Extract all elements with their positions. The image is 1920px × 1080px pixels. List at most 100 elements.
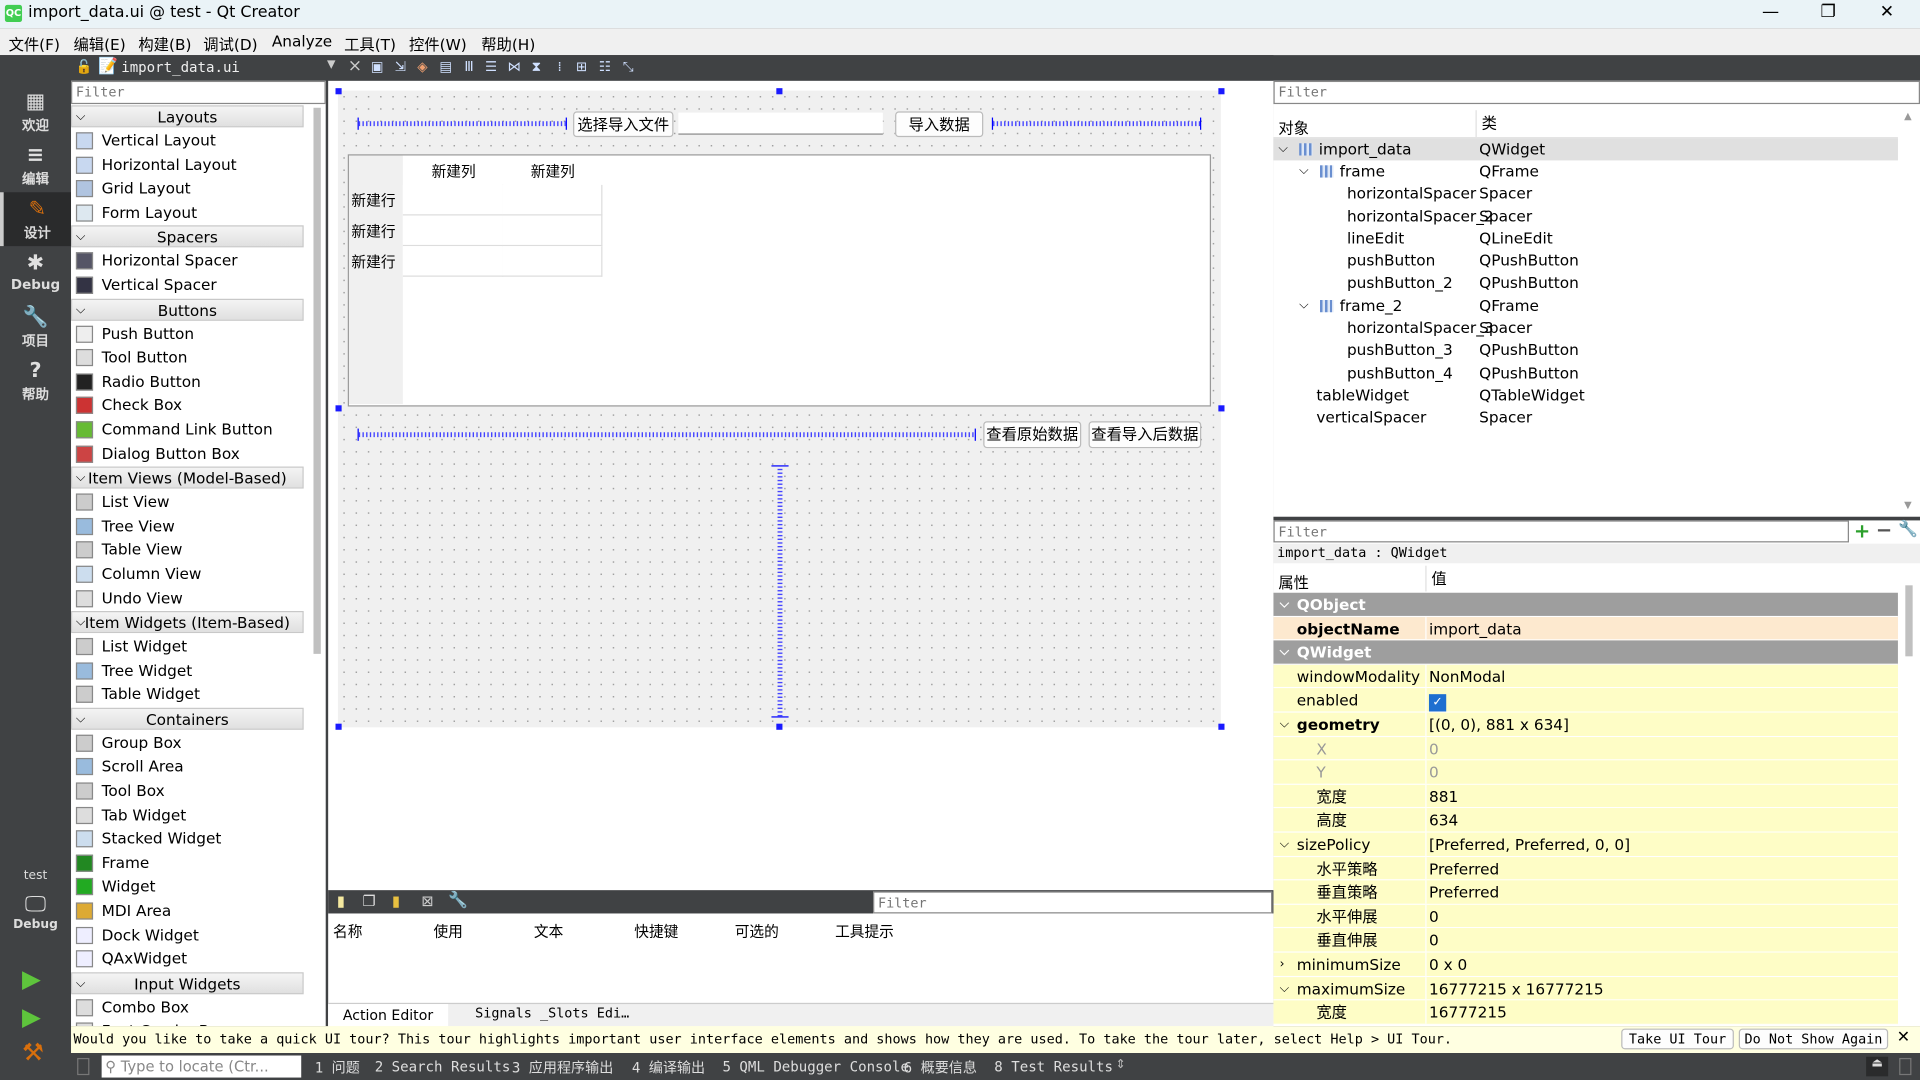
widget-item-frame[interactable]: Frame: [71, 851, 316, 875]
toggle-output-pane-button[interactable]: ⏏: [1866, 1056, 1889, 1077]
layout-horizontal-icon[interactable]: Ⅲ: [460, 59, 477, 76]
object-tree-row[interactable]: pushButton QPushButton: [1273, 250, 1897, 272]
column-header-class[interactable]: 类: [1475, 110, 1497, 138]
property-value[interactable]: 0: [1425, 904, 1898, 928]
output-pane-button[interactable]: 8 Test Results: [994, 1058, 1113, 1075]
property-row[interactable]: ⌵ geometry [(0, 0), 881 x 634]: [1273, 712, 1898, 737]
layout-vertical-splitter-icon[interactable]: ⧗: [528, 59, 545, 76]
table-cell[interactable]: [502, 246, 603, 277]
chevron-down-icon[interactable]: ⌵: [1299, 295, 1308, 317]
property-row[interactable]: windowModality NonModal: [1273, 664, 1898, 689]
menu-item[interactable]: 帮助(H): [481, 32, 535, 55]
widget-category-item-views-model-based[interactable]: ⌵ Item Views (Model-Based): [71, 466, 304, 489]
object-tree-row[interactable]: horizontalSpacer Spacer: [1273, 183, 1897, 205]
action-column-header[interactable]: 使用: [433, 921, 462, 942]
widget-item-dock-widget[interactable]: Dock Widget: [71, 923, 316, 947]
menu-item[interactable]: Analyze: [272, 32, 332, 50]
view-imported-data-button[interactable]: 查看导入后数据: [1088, 421, 1202, 449]
do-not-show-again-button[interactable]: Do Not Show Again: [1738, 1028, 1889, 1050]
widget-item-table-view[interactable]: Table View: [71, 538, 316, 562]
property-value[interactable]: 634: [1425, 808, 1898, 832]
form-import-data[interactable]: 选择导入文件 导入数据 新建列 新建列 新建行 新建行 新建行 查看原始数据 查看导入后…: [337, 90, 1221, 728]
widget-item-push-button[interactable]: Push Button: [71, 322, 316, 346]
property-value[interactable]: 0 x 0: [1425, 952, 1898, 976]
widget-item-table-widget[interactable]: Table Widget: [71, 682, 316, 706]
object-tree-row[interactable]: lineEdit QLineEdit: [1273, 228, 1897, 250]
property-value[interactable]: Preferred: [1425, 880, 1898, 904]
property-row[interactable]: X0: [1273, 736, 1898, 761]
property-row[interactable]: 宽度 881: [1273, 784, 1898, 809]
pane-switch-arrows-icon[interactable]: ⇕: [1116, 1058, 1126, 1071]
object-tree-row[interactable]: pushButton_3 QPushButton: [1273, 340, 1897, 362]
output-pane-button[interactable]: 4 编译输出: [632, 1058, 705, 1078]
widget-category-item-widgets-item-based[interactable]: ⌵ Item Widgets (Item-Based): [71, 611, 304, 634]
action-column-header[interactable]: 工具提示: [835, 921, 894, 942]
widget-item-stacked-widget[interactable]: Stacked Widget: [71, 827, 316, 851]
maximize-button[interactable]: ❐: [1804, 2, 1853, 22]
property-value[interactable]: Preferred: [1425, 856, 1898, 880]
table-row-header[interactable]: 新建行: [351, 190, 400, 211]
property-row[interactable]: 水平策略 Preferred: [1273, 856, 1898, 881]
output-pane-button[interactable]: 5 QML Debugger Console: [722, 1058, 909, 1075]
property-row[interactable]: › minimumSize 0 x 0: [1273, 952, 1898, 977]
edit-widgets-icon[interactable]: ▣: [369, 59, 386, 76]
table-cell[interactable]: [502, 215, 603, 247]
table-widget[interactable]: 新建列 新建列 新建行 新建行 新建行: [347, 154, 1212, 407]
property-row[interactable]: 宽度 16777215: [1273, 1000, 1898, 1025]
layout-grid-icon[interactable]: ⊞: [573, 59, 590, 76]
edit-tab-order-icon[interactable]: ▤: [437, 59, 454, 76]
action-column-header[interactable]: 快捷键: [634, 921, 678, 942]
resize-handle[interactable]: [776, 723, 783, 730]
property-value[interactable]: NonModal: [1425, 664, 1898, 688]
object-tree-row[interactable]: ⌵ import_data QWidget: [1273, 138, 1898, 161]
object-inspector-scrollbar[interactable]: ▲ ▼: [1900, 110, 1917, 514]
widget-item-form-layout[interactable]: Form Layout: [71, 201, 316, 225]
property-row[interactable]: objectName import_data: [1273, 616, 1898, 641]
property-scrollbar[interactable]: [1905, 585, 1913, 657]
paste-action-icon[interactable]: ▮: [392, 893, 400, 910]
toggle-right-sidebar-button[interactable]: [1899, 1057, 1912, 1076]
property-value[interactable]: import_data: [1425, 616, 1898, 640]
copy-action-icon[interactable]: ❐: [362, 893, 375, 910]
widget-item-undo-view[interactable]: Undo View: [71, 586, 316, 610]
menu-item[interactable]: 构建(B): [138, 32, 191, 55]
tab-action-editor[interactable]: Action Editor: [328, 1004, 448, 1027]
edit-signals-slots-icon[interactable]: ⇲: [392, 59, 409, 76]
mode-pencil[interactable]: ✎ 设计: [0, 192, 72, 247]
widget-category-containers[interactable]: ⌵ Containers: [71, 707, 304, 730]
toggle-sidebar-button[interactable]: [77, 1057, 90, 1076]
widget-item-horizontal-spacer[interactable]: Horizontal Spacer: [71, 249, 316, 273]
widget-item-mdi-area[interactable]: MDI Area: [71, 899, 316, 923]
widget-item-list-view[interactable]: List View: [71, 490, 316, 514]
enabled-checkbox[interactable]: ✓: [1428, 694, 1447, 712]
object-tree-row[interactable]: verticalSpacer Spacer: [1273, 407, 1897, 429]
menu-item[interactable]: 控件(W): [409, 32, 467, 55]
output-pane-button[interactable]: 3 应用程序输出: [512, 1058, 613, 1078]
widget-box-filter-input[interactable]: [71, 80, 326, 105]
close-document-button[interactable]: ×: [348, 56, 362, 76]
table-cell[interactable]: [502, 184, 603, 216]
property-row[interactable]: 高度 634: [1273, 808, 1898, 833]
tab-signals-slots-editor[interactable]: Signals _Slots Edi…: [460, 1003, 643, 1025]
configure-wrench-icon[interactable]: 🔧: [448, 891, 468, 909]
vertical-spacer[interactable]: [771, 465, 789, 718]
horizontal-spacer-2[interactable]: [991, 117, 1202, 130]
remove-dynamic-property-button[interactable]: −: [1876, 518, 1892, 541]
mode-help[interactable]: ? 帮助: [0, 354, 71, 408]
layout-form-icon[interactable]: ⁞: [551, 59, 568, 76]
widget-item-widget[interactable]: Widget: [71, 875, 316, 899]
widget-item-combo-box[interactable]: Combo Box: [71, 995, 316, 1019]
debug-run-button[interactable]: ▶: [22, 1002, 41, 1031]
action-column-header[interactable]: 可选的: [735, 921, 779, 942]
mode-bug[interactable]: ✱ Debug: [0, 246, 71, 300]
column-header-value[interactable]: 值: [1425, 565, 1447, 592]
close-infobar-button[interactable]: ✕: [1897, 1029, 1910, 1047]
widget-item-font-combo-box[interactable]: Font Combo Box: [71, 1019, 316, 1027]
widget-item-dialog-button-box[interactable]: Dialog Button Box: [71, 441, 316, 465]
object-tree-row[interactable]: horizontalSpacer_2 Spacer: [1273, 205, 1897, 227]
run-button[interactable]: ▶: [22, 964, 41, 993]
property-value[interactable]: [Preferred, Preferred, 0, 0]: [1425, 832, 1898, 856]
menu-item[interactable]: 调试(D): [203, 32, 257, 55]
take-ui-tour-button[interactable]: Take UI Tour: [1621, 1028, 1734, 1050]
mode-document[interactable]: ≡ 编辑: [0, 138, 71, 192]
